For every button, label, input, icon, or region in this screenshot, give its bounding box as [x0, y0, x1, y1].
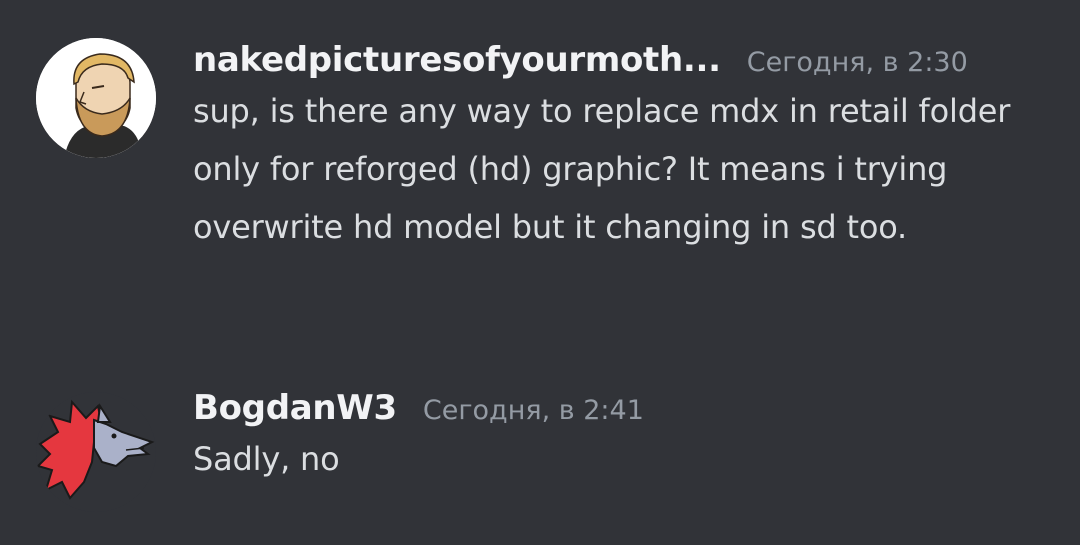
timestamp[interactable]: Сегодня, в 2:30 — [747, 47, 968, 78]
timestamp[interactable]: Сегодня, в 2:41 — [423, 395, 644, 426]
message-content: nakedpicturesofyourmoth... Сегодня, в 2:… — [193, 40, 1050, 256]
username[interactable]: BogdanW3 — [193, 388, 397, 428]
username[interactable]: nakedpicturesofyourmoth... — [193, 40, 721, 80]
red-wolf-avatar-icon — [36, 392, 156, 512]
avatar[interactable] — [36, 38, 156, 158]
message-text: Sadly, no — [193, 440, 340, 478]
avatar[interactable] — [36, 392, 156, 512]
message-content: BogdanW3 Сегодня, в 2:41 Sadly, no — [193, 388, 1050, 488]
message-header: BogdanW3 Сегодня, в 2:41 — [193, 388, 1050, 428]
message-header: nakedpicturesofyourmoth... Сегодня, в 2:… — [193, 40, 1050, 80]
bearded-man-avatar-icon — [36, 38, 156, 158]
message-text: sup, is there any way to replace mdx in … — [193, 92, 1011, 246]
